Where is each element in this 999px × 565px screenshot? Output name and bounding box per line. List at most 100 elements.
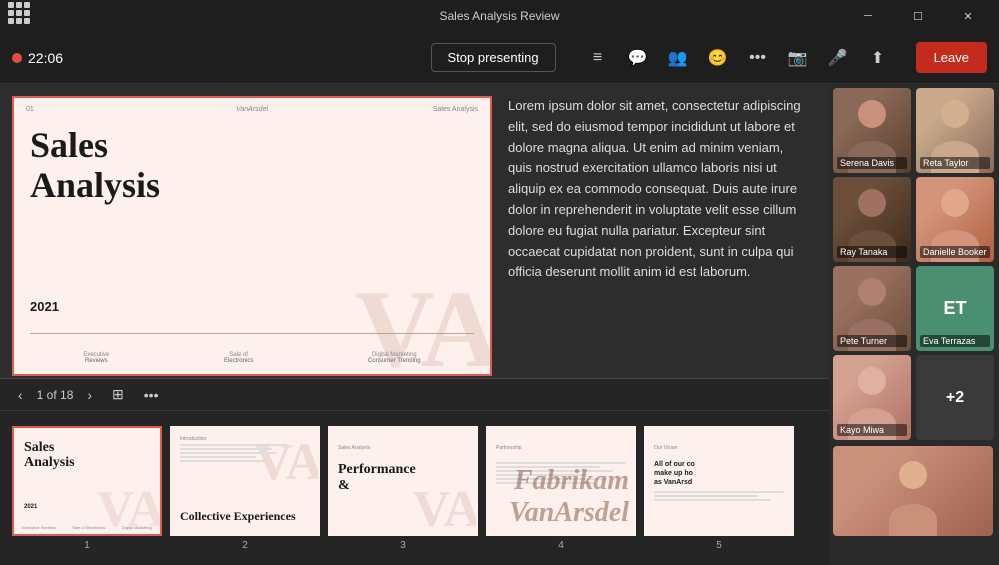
share-icon-button[interactable]: ⬆ <box>860 40 896 76</box>
window-title: Sales Analysis Review <box>439 9 559 23</box>
slide-frame: 01 VanArsdel Sales Analysis Sales Analys… <box>12 96 492 376</box>
slide-navigation: ‹ 1 of 18 › ⊞ ••• <box>0 378 829 410</box>
thumb-frame-3: Sales Analysis Performance& VA <box>328 426 478 536</box>
page-info: 1 of 18 <box>37 388 74 402</box>
thumb-frame-5: Our Vision All of our comake up hoas Van… <box>644 426 794 536</box>
thumb3-label: Sales Analysis <box>338 445 370 451</box>
thumb5-content: Our Vision All of our comake up hoas Van… <box>646 428 792 534</box>
participant-name-ray: Ray Tanaka <box>837 246 907 258</box>
thumbnail-4[interactable]: Partnership FabrikamVanArsdel 4 <box>486 426 636 551</box>
chat-icon-button[interactable]: 💬 <box>620 40 656 76</box>
slide-footer: Executive Reviews Sale of Electronics Di… <box>14 352 490 364</box>
participant-name-kayo: Kayo Miwa <box>837 424 907 436</box>
thumb-number-1: 1 <box>84 540 90 551</box>
footer-item-3: Digital Marketing Consumer Trending <box>368 352 421 364</box>
thumb4-content: Partnership FabrikamVanArsdel <box>488 428 634 534</box>
slide-divider <box>30 333 474 334</box>
slide-year: 2021 <box>30 299 59 314</box>
thumb-frame-2: Introduction VA Collective Experiences <box>170 426 320 536</box>
thumb2-title: Collective Experiences <box>180 509 310 523</box>
participant-tile-more: +2 <box>916 355 994 440</box>
leave-button[interactable]: Leave <box>916 42 987 73</box>
thumb-frame-4: Partnership FabrikamVanArsdel <box>486 426 636 536</box>
title-bar: Sales Analysis Review ─ ☐ ✕ <box>0 0 999 32</box>
menu-icon-button[interactable]: ≡ <box>580 40 616 76</box>
main-slide: 01 VanArsdel Sales Analysis Sales Analys… <box>12 96 492 366</box>
thumb-number-3: 3 <box>400 540 406 551</box>
participant-tile-eva: ET Eva Terrazas <box>916 266 994 351</box>
participant-name-serena: Serena Davis <box>837 157 907 169</box>
toolbar-icons: ≡ 💬 👥 😊 ••• 📷 🎤 ⬆ <box>580 40 896 76</box>
thumb1-title: SalesAnalysis <box>24 440 75 471</box>
thumbnail-1[interactable]: SalesAnalysis VA 2021 Executive Reviews … <box>12 426 162 551</box>
more-nav-button[interactable]: ••• <box>138 385 165 405</box>
avatar-bottom <box>833 446 993 536</box>
participant-tile-serena: Serena Davis <box>833 88 911 173</box>
thumb4-label: Partnership <box>496 445 522 451</box>
thumb-number-4: 4 <box>558 540 564 551</box>
participants-panel: Serena Davis Reta Taylor <box>829 84 999 565</box>
slide-main-title: Sales Analysis <box>30 126 160 205</box>
more-icon-button[interactable]: ••• <box>740 40 776 76</box>
stop-presenting-button[interactable]: Stop presenting <box>431 43 556 72</box>
thumb2-lines <box>180 444 288 464</box>
thumb1-year: 2021 <box>24 504 37 510</box>
restore-button[interactable]: ☐ <box>895 0 941 32</box>
prev-slide-button[interactable]: ‹ <box>12 385 29 405</box>
app-grid-icon[interactable] <box>8 2 36 30</box>
top-bar: 22:06 Stop presenting ≡ 💬 👥 😊 ••• 📷 🎤 ⬆ … <box>0 32 999 84</box>
participant-tile-bottom <box>833 446 993 536</box>
thumb-number-2: 2 <box>242 540 248 551</box>
next-slide-button[interactable]: › <box>81 385 98 405</box>
recording-indicator <box>12 53 22 63</box>
notes-panel: Lorem ipsum dolor sit amet, consectetur … <box>492 96 817 366</box>
thumb3-content: Sales Analysis Performance& VA <box>330 428 476 534</box>
slide-brand: VanArsdel <box>236 106 268 113</box>
footer-item-1: Executive Reviews <box>83 352 109 364</box>
slide-viewer: 01 VanArsdel Sales Analysis Sales Analys… <box>0 84 829 378</box>
presentation-area: 01 VanArsdel Sales Analysis Sales Analys… <box>0 84 829 565</box>
thumb-number-5: 5 <box>716 540 722 551</box>
thumb5-lines <box>654 491 784 501</box>
camera-icon-button[interactable]: 📷 <box>780 40 816 76</box>
notes-text: Lorem ipsum dolor sit amet, consectetur … <box>508 96 801 283</box>
timer-value: 22:06 <box>28 50 63 66</box>
slide-title-top: Sales Analysis <box>433 106 478 113</box>
timer-display: 22:06 <box>12 50 63 66</box>
participant-tile-kayo: Kayo Miwa <box>833 355 911 440</box>
thumb2-content: Introduction VA Collective Experiences <box>172 428 318 534</box>
minimize-button[interactable]: ─ <box>845 0 891 32</box>
footer-value-2: Electronics <box>224 358 253 364</box>
participant-name-pete: Pete Turner <box>837 335 907 347</box>
bottom-participant-container <box>833 446 995 536</box>
thumbnails-strip: SalesAnalysis VA 2021 Executive Reviews … <box>0 410 829 565</box>
thumb4-watermark: FabrikamVanArsdel <box>509 465 629 529</box>
emoji-icon-button[interactable]: 😊 <box>700 40 736 76</box>
participant-tile-pete: Pete Turner <box>833 266 911 351</box>
participant-tile-reta: Reta Taylor <box>916 88 994 173</box>
thumbnail-view-button[interactable]: ⊞ <box>106 384 130 405</box>
thumb-frame-1: SalesAnalysis VA 2021 Executive Reviews … <box>12 426 162 536</box>
footer-value-3: Consumer Trending <box>368 358 421 364</box>
people-icon-button[interactable]: 👥 <box>660 40 696 76</box>
thumbnail-3[interactable]: Sales Analysis Performance& VA 3 <box>328 426 478 551</box>
thumbnail-2[interactable]: Introduction VA Collective Experiences 2 <box>170 426 320 551</box>
participant-tile-ray: Ray Tanaka <box>833 177 911 262</box>
participants-grid: Serena Davis Reta Taylor <box>833 88 995 440</box>
close-button[interactable]: ✕ <box>945 0 991 32</box>
slide-number-label: 01 <box>26 106 34 113</box>
participant-name-eva: Eva Terrazas <box>920 335 990 347</box>
thumb5-text: All of our comake up hoas VanArsd <box>654 460 784 487</box>
thumb5-label: Our Vision <box>654 445 677 451</box>
main-content: 01 VanArsdel Sales Analysis Sales Analys… <box>0 84 999 565</box>
footer-item-2: Sale of Electronics <box>224 352 253 364</box>
participant-tile-danielle: Danielle Booker <box>916 177 994 262</box>
avatar-plus: +2 <box>916 355 994 440</box>
participant-name-reta: Reta Taylor <box>920 157 990 169</box>
thumbnail-5[interactable]: Our Vision All of our comake up hoas Van… <box>644 426 794 551</box>
thumb3-watermark: VA <box>413 480 478 536</box>
mic-icon-button[interactable]: 🎤 <box>820 40 856 76</box>
participant-name-danielle: Danielle Booker <box>920 246 990 258</box>
thumb1-footer: Executive Reviews Sale of Electronics Di… <box>14 525 160 530</box>
footer-value-1: Reviews <box>83 358 109 364</box>
